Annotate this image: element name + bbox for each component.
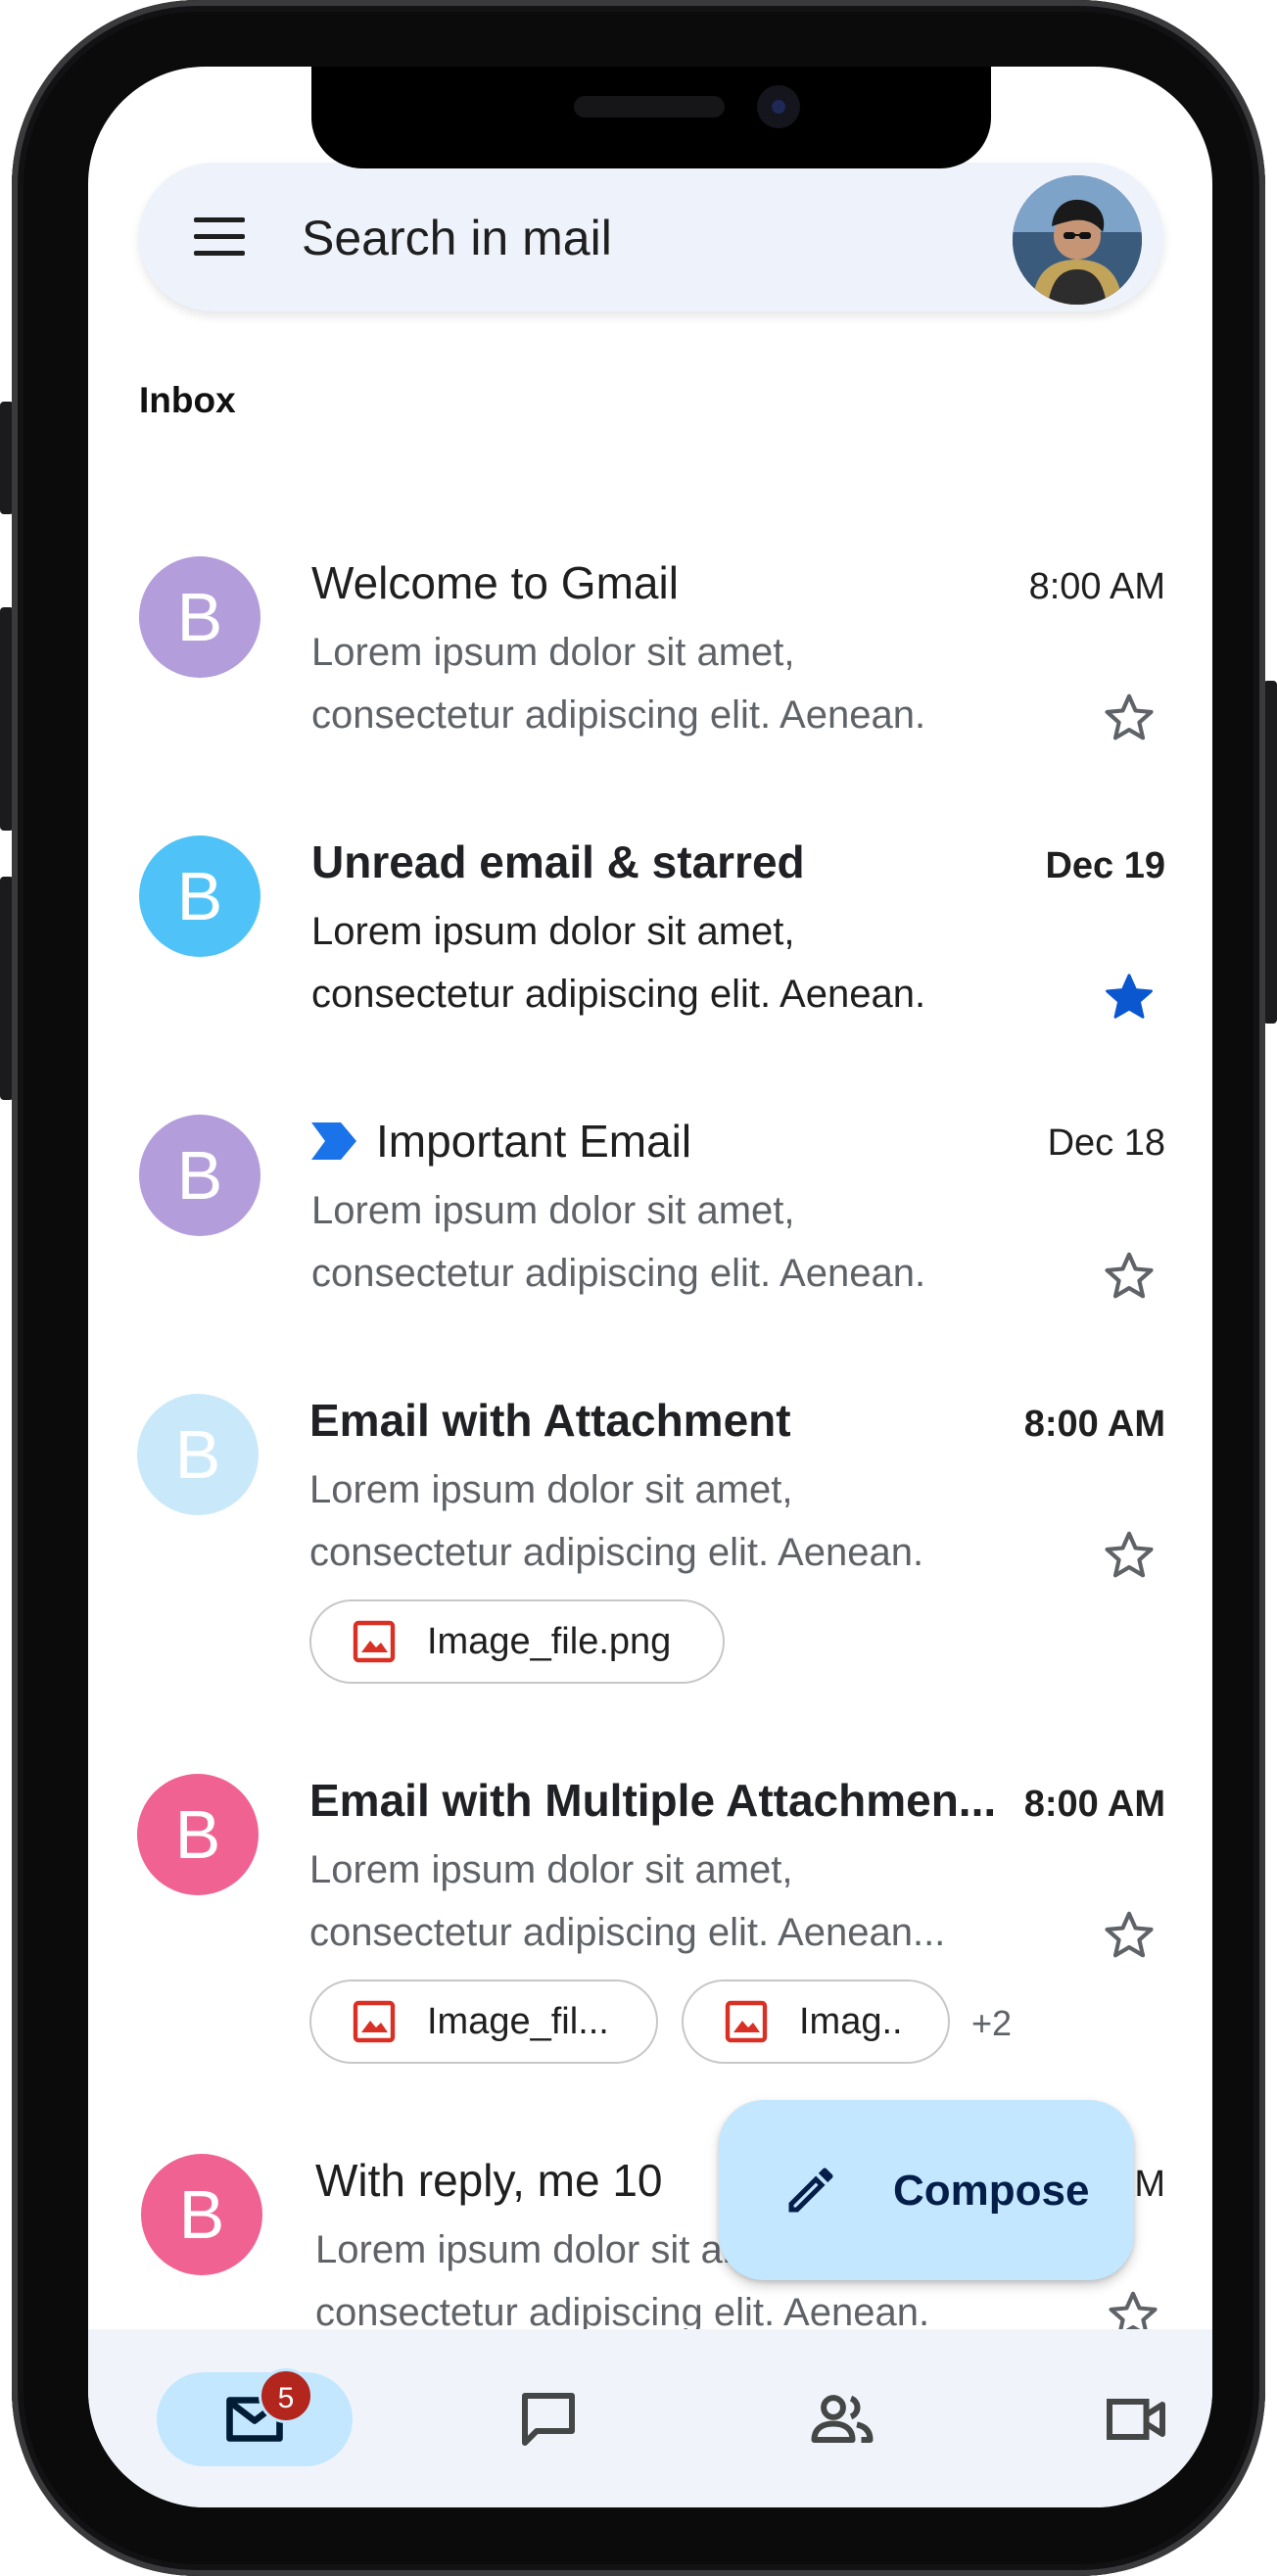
attachment-name: Imag.. [799, 2000, 903, 2042]
account-avatar[interactable] [1013, 175, 1142, 305]
email-row[interactable]: B Important Email Dec 18 Lorem ipsum dol… [88, 1046, 1212, 1320]
menu-icon[interactable] [194, 217, 245, 257]
bottom-navigation: 5 [88, 2329, 1212, 2507]
snippet-line: Lorem ipsum dolor sit amet, [311, 631, 795, 674]
email-time: Dec 18 [1047, 1122, 1165, 1164]
attachment-chip[interactable]: Image_fil... [309, 1980, 658, 2064]
compose-label: Compose [893, 2167, 1090, 2215]
phone-frame: Search in mail Inbox B Welcome to Gmail … [12, 0, 1265, 2576]
sender-avatar: B [139, 556, 260, 678]
star-outline-icon[interactable] [1101, 1527, 1158, 1584]
email-snippet: Lorem ipsum dolor sit amet, consectetur … [311, 1179, 925, 1305]
search-input[interactable]: Search in mail [302, 210, 612, 266]
spaces-icon [811, 2395, 874, 2443]
email-time: 8:00 AM [1023, 1784, 1165, 1825]
email-time: 8:00 AM [1023, 1404, 1165, 1445]
star-outline-icon[interactable] [1101, 1907, 1158, 1964]
snippet-line: Lorem ipsum dolor sit amet, [311, 1189, 795, 1232]
email-time: Dec 19 [1045, 845, 1165, 886]
power-button [1263, 681, 1277, 1024]
email-subject: With reply, me 10 [315, 2155, 663, 2206]
nav-mail[interactable]: 5 [157, 2368, 353, 2466]
image-icon [353, 2000, 396, 2043]
email-row[interactable]: B Welcome to Gmail 8:00 AM Lorem ipsum d… [88, 488, 1212, 762]
email-row[interactable]: B Email with Multiple Attachmen... 8:00 … [88, 1705, 1212, 2077]
attachment-chip[interactable]: Image_file.png [309, 1599, 725, 1684]
email-subject: Email with Attachment [309, 1395, 791, 1446]
front-camera [757, 85, 800, 128]
compose-button[interactable]: Compose [719, 2100, 1134, 2280]
email-row[interactable]: B Email with Attachment 8:00 AM Lorem ip… [88, 1325, 1212, 1697]
image-icon [353, 1620, 396, 1663]
sender-avatar: B [141, 2154, 262, 2275]
camera-notch [311, 67, 991, 168]
attachment-chip[interactable]: Imag.. [682, 1980, 950, 2064]
chat-icon [522, 2393, 575, 2446]
snippet-line: consectetur adipiscing elit. Aenean. [311, 973, 926, 1016]
email-subject: Welcome to Gmail [311, 557, 679, 608]
star-outline-icon[interactable] [1101, 1248, 1158, 1305]
screen: Search in mail Inbox B Welcome to Gmail … [88, 67, 1212, 2507]
inbox-label: Inbox [139, 380, 236, 420]
email-subject: Unread email & starred [311, 836, 805, 887]
email-snippet: Lorem ipsum dolor sit amet, consectetur … [311, 621, 925, 746]
snippet-line: consectetur adipiscing elit. Aenean. [311, 693, 926, 737]
attachment-name: Image_fil... [427, 2000, 609, 2042]
email-snippet: Lorem ipsum dolor sit amet, consectetur … [309, 1838, 945, 1964]
sender-avatar: B [137, 1774, 259, 1895]
email-subject: Important Email [376, 1116, 692, 1167]
nav-meet[interactable] [1038, 2372, 1212, 2466]
nav-chat[interactable] [450, 2372, 646, 2466]
sender-avatar: B [139, 835, 260, 957]
speaker-grille [574, 96, 725, 118]
sender-avatar: B [139, 1115, 260, 1236]
unread-badge: 5 [259, 2368, 313, 2423]
snippet-line: consectetur adipiscing elit. Aenean... [309, 1911, 946, 1954]
snippet-line: consectetur adipiscing elit. Aenean. [311, 1252, 926, 1295]
video-camera-icon [1107, 2399, 1165, 2440]
search-bar[interactable]: Search in mail [139, 163, 1163, 311]
email-row[interactable]: B Unread email & starred Dec 19 Lorem ip… [88, 767, 1212, 1041]
email-time: 8:00 AM [1028, 566, 1165, 607]
more-attachments-count: +2 [971, 2003, 1013, 2043]
email-snippet: Lorem ipsum dolor sit amet, consectetur … [311, 900, 925, 1026]
image-icon [725, 2000, 768, 2043]
important-icon[interactable] [311, 1122, 356, 1160]
snippet-line: consectetur adipiscing elit. Aenean. [309, 1531, 924, 1574]
email-subject: Email with Multiple Attachmen... [309, 1775, 997, 1826]
pencil-icon [788, 2168, 833, 2213]
star-filled-icon[interactable] [1101, 969, 1158, 1026]
sender-avatar: B [137, 1394, 259, 1515]
email-snippet: Lorem ipsum dolor sit amet, consectetur … [309, 1458, 923, 1584]
attachment-name: Image_file.png [427, 1620, 672, 1662]
snippet-line: Lorem ipsum dolor sit amet, [309, 1468, 793, 1511]
nav-spaces[interactable] [744, 2372, 940, 2466]
snippet-line: Lorem ipsum dolor sit amet, [311, 910, 795, 953]
snippet-line: Lorem ipsum dolor sit amet, [309, 1848, 793, 1891]
star-outline-icon[interactable] [1101, 690, 1158, 746]
